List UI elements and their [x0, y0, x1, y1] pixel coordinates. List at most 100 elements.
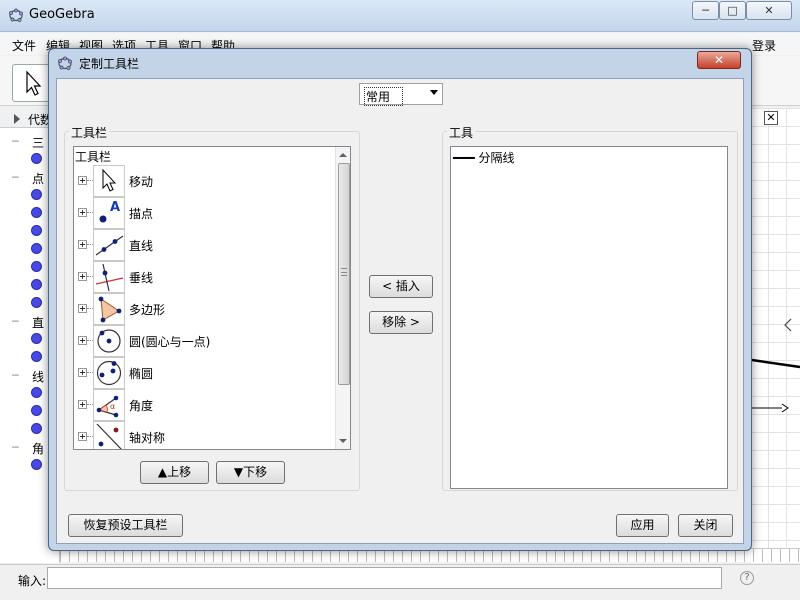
tree-item-ellipse[interactable]: 椭圆: [74, 357, 336, 389]
dialog-close-x-button[interactable]: ✕: [697, 51, 741, 69]
tree-item-label: 角度: [129, 399, 154, 413]
tree-item-angle[interactable]: α 角度: [74, 389, 336, 421]
menu-file[interactable]: 文件: [12, 37, 36, 54]
main-move-tool-button[interactable]: [12, 64, 50, 102]
scroll-up-icon[interactable]: [339, 153, 347, 157]
object-dot-icon[interactable]: [31, 279, 42, 290]
restore-default-toolbar-button[interactable]: 恢复预设工具栏: [68, 514, 183, 537]
tree-root-node[interactable]: 工具栏: [75, 148, 111, 165]
algebra-category: 角: [32, 442, 45, 456]
object-dot-icon[interactable]: [31, 333, 42, 344]
help-icon[interactable]: ?: [740, 571, 754, 585]
preset-select-value: 常用: [364, 87, 404, 106]
expand-icon[interactable]: [78, 176, 87, 185]
reflect-line-icon: [93, 421, 125, 449]
customize-toolbar-dialog: 定制工具栏 ✕ 常用 工具栏 工具 工具栏 移动 A 描点 直线 垂线 多边形 …: [48, 48, 752, 551]
expand-icon[interactable]: [78, 272, 87, 281]
tree-item-perpendicular[interactable]: 垂线: [74, 261, 336, 293]
move-up-button[interactable]: ▲上移: [140, 461, 209, 484]
svg-text:α: α: [110, 402, 115, 411]
close-view-icon[interactable]: ✕: [764, 111, 778, 125]
toolbar-group-label: 工具栏: [69, 124, 110, 141]
tree-item-move[interactable]: 移动: [74, 165, 336, 197]
object-dot-icon[interactable]: [31, 189, 42, 200]
tools-list[interactable]: ━━━ 分隔线: [450, 146, 728, 489]
algebra-category: 点: [32, 172, 45, 186]
move-arrow-icon: [93, 165, 125, 197]
move-down-button[interactable]: ▼下移: [216, 461, 285, 484]
expand-icon[interactable]: [78, 240, 87, 249]
tree-item-line[interactable]: 直线: [74, 229, 336, 261]
tools-group-label: 工具: [447, 124, 476, 141]
tree-item-label: 描点: [129, 207, 154, 221]
circle-center-point-icon: [93, 325, 125, 357]
insert-button[interactable]: < 插入: [369, 275, 433, 298]
polygon-icon: [93, 293, 125, 325]
tree-item-polygon[interactable]: 多边形: [74, 293, 336, 325]
tree-item-circle[interactable]: 圆(圆心与一点): [74, 325, 336, 357]
ellipse-icon: [93, 357, 125, 389]
chevron-down-icon: [430, 90, 438, 95]
object-dot-icon[interactable]: [31, 261, 42, 272]
tree-item-label: 多边形: [129, 303, 166, 317]
graphics-view[interactable]: [750, 108, 800, 563]
algebra-category: 线: [32, 370, 45, 384]
toolbar-preset-select[interactable]: 常用: [359, 83, 443, 106]
tree-item-reflect[interactable]: 轴对称: [74, 421, 336, 449]
expand-icon[interactable]: [78, 208, 87, 217]
collapse-left-icon[interactable]: [783, 318, 793, 332]
object-dot-icon[interactable]: [31, 243, 42, 254]
tree-item-label: 圆(圆心与一点): [129, 335, 211, 349]
dialog-title: 定制工具栏: [79, 57, 140, 71]
object-dot-icon[interactable]: [31, 351, 42, 362]
perpendicular-line-icon: [93, 261, 125, 293]
main-title-bar: GeoGebra ─ □ ✕: [0, 0, 800, 32]
maximize-button[interactable]: □: [719, 1, 746, 20]
tree-scrollbar[interactable]: [335, 147, 350, 449]
expand-icon[interactable]: [78, 432, 87, 441]
point-icon: A: [93, 197, 125, 229]
svg-text:A: A: [110, 200, 120, 215]
object-dot-icon[interactable]: [31, 297, 42, 308]
scrollbar-thumb[interactable]: [338, 163, 350, 385]
object-dot-icon[interactable]: [31, 459, 42, 470]
main-close-button[interactable]: ✕: [746, 1, 792, 20]
scroll-down-icon[interactable]: [339, 439, 347, 443]
geogebra-logo-icon: [9, 8, 23, 22]
close-button[interactable]: 关闭: [678, 514, 733, 537]
app-title: GeoGebra: [29, 7, 95, 22]
object-dot-icon[interactable]: [31, 387, 42, 398]
expand-icon[interactable]: [78, 368, 87, 377]
object-dot-icon[interactable]: [31, 153, 42, 164]
dialog-title-bar: 定制工具栏 ✕: [49, 49, 751, 77]
algebra-category: 直: [32, 316, 45, 330]
object-dot-icon[interactable]: [31, 423, 42, 434]
move-arrow-icon: [26, 70, 42, 96]
login-link[interactable]: 登录: [752, 37, 776, 54]
remove-button[interactable]: 移除 >: [369, 311, 433, 334]
tree-item-label: 垂线: [129, 271, 154, 285]
expand-icon[interactable]: [78, 336, 87, 345]
input-field[interactable]: [47, 567, 722, 589]
toolbar-tree[interactable]: 工具栏 移动 A 描点 直线 垂线 多边形 圆(圆心与一点) 椭圆 α 角度 轴…: [73, 146, 351, 450]
triangle-right-icon[interactable]: [13, 114, 21, 124]
expand-icon[interactable]: [78, 304, 87, 313]
angle-icon: α: [93, 389, 125, 421]
geogebra-logo-icon: [58, 56, 72, 70]
graphics-content: [752, 358, 800, 413]
tools-list-item-separator[interactable]: ━━━ 分隔线: [453, 149, 515, 166]
object-dot-icon[interactable]: [31, 225, 42, 236]
line-icon: [93, 229, 125, 261]
algebra-category: 三: [32, 136, 45, 150]
apply-button[interactable]: 应用: [616, 514, 669, 537]
tree-item-label: 椭圆: [129, 367, 154, 381]
tree-item-label: 移动: [129, 175, 154, 189]
expand-icon[interactable]: [78, 400, 87, 409]
object-dot-icon[interactable]: [31, 207, 42, 218]
input-label: 输入:: [18, 574, 47, 588]
tree-item-label: 轴对称: [129, 431, 166, 445]
tree-item-point[interactable]: A 描点: [74, 197, 336, 229]
object-dot-icon[interactable]: [31, 405, 42, 416]
minimize-button[interactable]: ─: [692, 1, 719, 20]
tree-item-label: 直线: [129, 239, 154, 253]
